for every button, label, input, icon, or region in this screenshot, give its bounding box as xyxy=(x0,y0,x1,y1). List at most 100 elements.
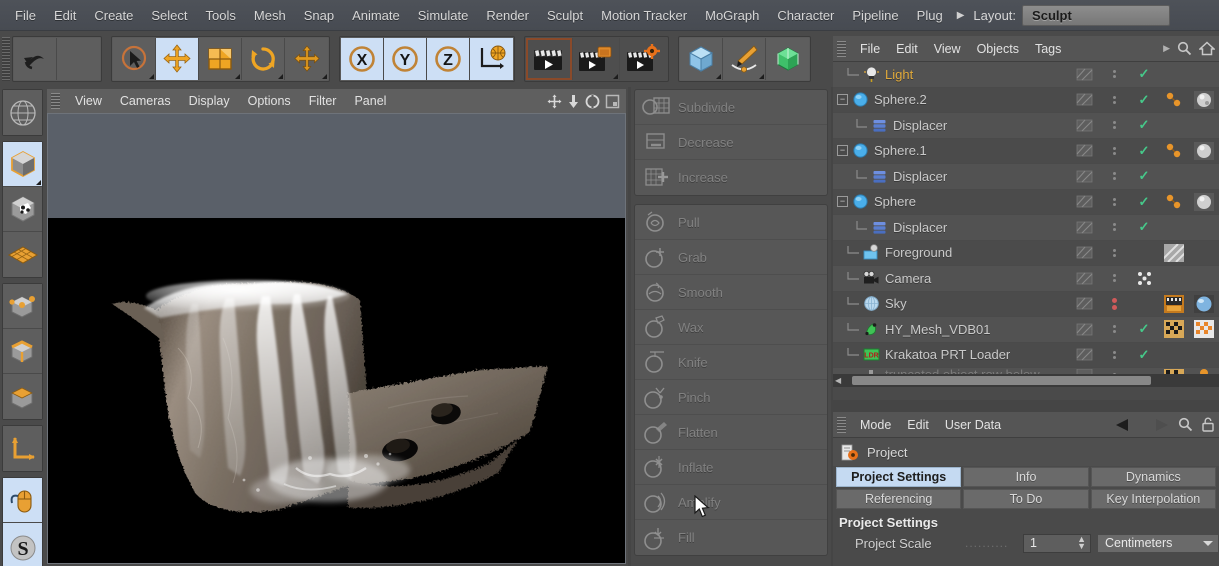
material-thumbnail[interactable] xyxy=(1189,190,1219,215)
scale-tool[interactable] xyxy=(199,38,242,80)
menu-mesh[interactable]: Mesh xyxy=(245,6,295,25)
sculpt-brush-wax[interactable]: Wax xyxy=(635,310,827,345)
menu-select[interactable]: Select xyxy=(142,6,196,25)
hatch-thumbnail[interactable] xyxy=(1159,241,1189,266)
toolbar-grip-icon[interactable] xyxy=(2,37,10,81)
display-dots-icon[interactable] xyxy=(1099,164,1129,189)
tab-to-do[interactable]: To Do xyxy=(963,489,1089,509)
sculpt-tool-increase[interactable]: Increase xyxy=(635,160,827,195)
material-thumbnail[interactable] xyxy=(1189,88,1219,113)
visibility-red-dots-icon[interactable] xyxy=(1099,292,1129,317)
prt-loader-icon[interactable]: LDR xyxy=(862,346,880,364)
spinner-icon[interactable]: ▲ ▼ xyxy=(1077,535,1086,551)
om-menu-edit[interactable]: Edit xyxy=(888,40,926,58)
object-row-krakatoa-prt-loader[interactable]: LDR Krakatoa PRT Loader ✓ xyxy=(833,342,1219,368)
object-row-foreground[interactable]: Foreground xyxy=(833,240,1219,266)
axis-mode[interactable] xyxy=(3,426,42,471)
visibility-dots[interactable] xyxy=(1069,343,1099,368)
menu-animate[interactable]: Animate xyxy=(343,6,409,25)
add-spline-button[interactable] xyxy=(723,38,766,80)
light-icon[interactable] xyxy=(862,65,880,83)
coordinate-system-toggle[interactable] xyxy=(470,38,513,80)
visibility-dots[interactable] xyxy=(1069,190,1099,215)
display-dots-icon[interactable] xyxy=(1099,241,1129,266)
sphere-icon[interactable] xyxy=(851,91,869,109)
sculpt-brush-amplify[interactable]: Amplify xyxy=(635,485,827,520)
visibility-dots[interactable] xyxy=(1069,215,1099,240)
rotate-viewport-icon[interactable] xyxy=(585,94,600,109)
rotate-tool[interactable] xyxy=(242,38,285,80)
enable-check-icon[interactable]: ✓ xyxy=(1129,164,1159,189)
display-dots-icon[interactable] xyxy=(1099,139,1129,164)
enable-check-icon[interactable]: ✓ xyxy=(1129,215,1159,240)
axis-z-lock[interactable]: Z xyxy=(427,38,470,80)
object-row-light[interactable]: Light ✓ xyxy=(833,62,1219,88)
display-dots-icon[interactable] xyxy=(1099,215,1129,240)
vdb-mesh-icon[interactable] xyxy=(862,320,880,338)
sculpt-brush-flatten[interactable]: Flatten xyxy=(635,415,827,450)
visibility-dots[interactable] xyxy=(1069,241,1099,266)
add-cube-button[interactable] xyxy=(680,38,723,80)
material-thumbnail[interactable] xyxy=(1189,139,1219,164)
om-overflow-arrow-icon[interactable]: ▶ xyxy=(1163,43,1170,54)
visibility-dots[interactable] xyxy=(1069,266,1099,291)
om-menu-tags[interactable]: Tags xyxy=(1027,40,1069,58)
viewport-menu-options[interactable]: Options xyxy=(239,92,300,110)
redo-button[interactable] xyxy=(57,38,100,80)
texture-tag-dots-icon[interactable] xyxy=(1159,190,1189,215)
display-dots-icon[interactable] xyxy=(1099,343,1129,368)
displacer-icon[interactable] xyxy=(870,218,888,236)
expand-collapse-icon[interactable]: − xyxy=(837,196,848,208)
visibility-dots[interactable] xyxy=(1069,317,1099,342)
edges-mode[interactable] xyxy=(3,329,42,374)
visibility-dots[interactable] xyxy=(1069,88,1099,113)
axis-x-lock[interactable]: X xyxy=(341,38,384,80)
sky-icon[interactable] xyxy=(862,295,880,313)
layout-dropdown[interactable]: Sculpt xyxy=(1022,4,1171,26)
viewport-canvas[interactable] xyxy=(47,113,626,564)
move-axis-tool[interactable] xyxy=(285,38,328,80)
tab-info[interactable]: Info xyxy=(963,467,1089,487)
object-manager-grip-icon[interactable] xyxy=(837,40,846,57)
down-arrow-icon[interactable] xyxy=(567,94,580,109)
object-row-sphere-1[interactable]: − Sphere.1 ✓ xyxy=(833,138,1219,164)
expand-collapse-icon[interactable]: − xyxy=(837,94,848,106)
search-icon[interactable] xyxy=(1178,417,1193,432)
menu-overflow-arrow-icon[interactable]: ▶ xyxy=(952,10,970,21)
checker-texture-tag[interactable] xyxy=(1159,317,1189,342)
tab-referencing[interactable]: Referencing xyxy=(836,489,962,509)
sculpt-tool-decrease[interactable]: Decrease xyxy=(635,125,827,160)
tab-dynamics[interactable]: Dynamics xyxy=(1090,467,1216,487)
object-row-sphere[interactable]: − Sphere ✓ xyxy=(833,189,1219,215)
menu-snap[interactable]: Snap xyxy=(295,6,343,25)
object-row-sky[interactable]: Sky xyxy=(833,291,1219,317)
texture-tag-dots-icon[interactable] xyxy=(1159,88,1189,113)
displacer-icon[interactable] xyxy=(870,116,888,134)
om-menu-file[interactable]: File xyxy=(852,40,888,58)
undo-button[interactable] xyxy=(14,38,57,80)
render-settings-button[interactable] xyxy=(620,38,667,80)
forward-arrow-icon[interactable] xyxy=(1148,418,1170,432)
viewport-menu-panel[interactable]: Panel xyxy=(345,92,395,110)
sculpt-brush-grab[interactable]: Grab xyxy=(635,240,827,275)
sculpt-brush-smooth[interactable]: Smooth xyxy=(635,275,827,310)
sculpt-brush-pinch[interactable]: Pinch xyxy=(635,380,827,415)
enable-snapping[interactable] xyxy=(3,478,42,523)
display-dots-icon[interactable] xyxy=(1099,317,1129,342)
enable-check-icon[interactable]: ✓ xyxy=(1129,343,1159,368)
am-menu-edit[interactable]: Edit xyxy=(899,416,937,434)
menu-mograph[interactable]: MoGraph xyxy=(696,6,768,25)
enable-check-icon[interactable]: ✓ xyxy=(1129,317,1159,342)
menu-plug[interactable]: Plug xyxy=(908,6,952,25)
visibility-dots[interactable] xyxy=(1069,164,1099,189)
checker-material-thumbnail[interactable] xyxy=(1189,317,1219,342)
scroll-left-arrow-icon[interactable]: ◀ xyxy=(835,376,841,385)
render-region[interactable] xyxy=(48,218,625,563)
add-generator-button[interactable] xyxy=(766,38,809,80)
display-dots-icon[interactable] xyxy=(1099,266,1129,291)
sculpt-tool-subdivide[interactable]: Subdivide xyxy=(635,90,827,125)
display-dots-icon[interactable] xyxy=(1099,88,1129,113)
search-icon[interactable] xyxy=(1177,41,1192,56)
object-row-displacer[interactable]: Displacer ✓ xyxy=(833,164,1219,190)
texture-mode[interactable] xyxy=(3,187,42,232)
